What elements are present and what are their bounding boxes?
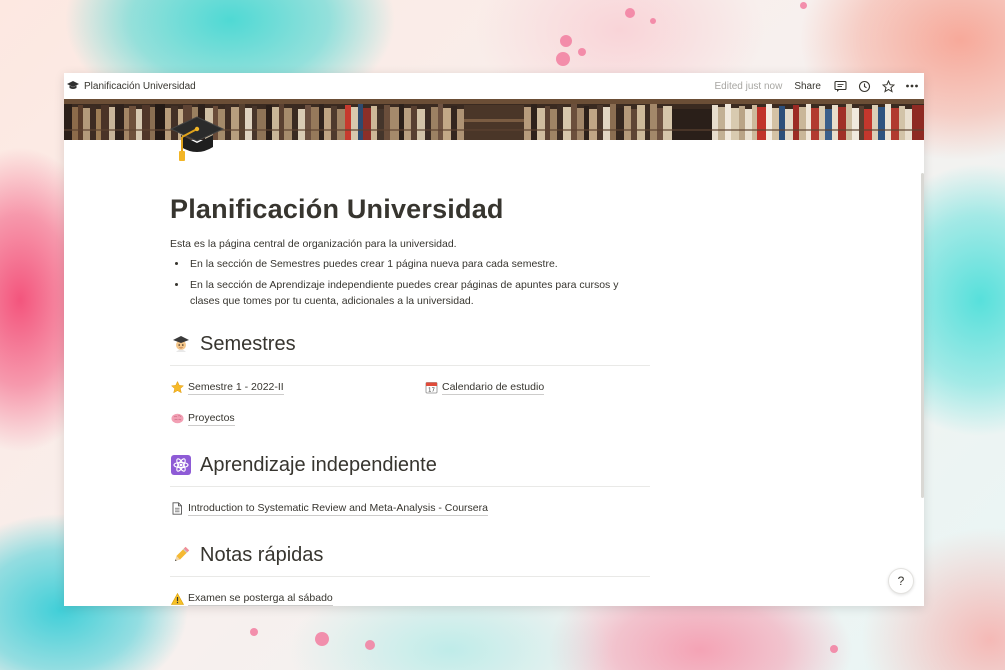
document-icon [170,502,184,516]
page-link-label: Calendario de estudio [442,381,545,395]
bullet-item[interactable]: En la sección de Aprendizaje independien… [188,277,650,309]
bullet-item[interactable]: En la sección de Semestres puedes crear … [188,256,650,272]
pencil-icon [170,544,192,566]
comment-icon[interactable] [833,79,847,93]
page-link-examen[interactable]: Examen se posterga al sábado [170,591,650,606]
section-aprendizaje: Aprendizaje independiente Introduction t… [170,452,650,516]
paint-splash [650,18,656,24]
page-link-calendario[interactable]: 17 Calendario de estudio [424,380,545,395]
brain-icon [170,412,184,426]
star-emoji-icon [170,381,184,395]
paint-splash [625,8,635,18]
help-button[interactable]: ? [888,568,914,594]
graduation-cap-icon[interactable] [67,80,79,92]
page-link-coursera[interactable]: Introduction to Systematic Review and Me… [170,501,650,516]
links-column-right: 17 Calendario de estudio [424,380,545,426]
share-button[interactable]: Share [794,81,821,92]
atom-icon [170,454,192,476]
svg-text:17: 17 [428,388,435,394]
bullet-list: En la sección de Semestres puedes crear … [170,256,650,309]
calendar-icon: 17 [424,381,438,395]
semestres-links: Semestre 1 - 2022-II Proyectos 17 Calend… [170,380,650,426]
scrollbar[interactable] [921,173,924,498]
paint-splash [560,35,572,47]
heading-text: Notas rápidas [200,544,324,566]
heading-aprendizaje[interactable]: Aprendizaje independiente [170,452,650,487]
history-icon[interactable] [857,79,871,93]
page-content: Planificación Universidad Esta es la pág… [170,191,650,606]
links-column-left: Semestre 1 - 2022-II Proyectos [170,380,424,426]
graduation-cap-icon[interactable] [169,113,225,167]
warning-icon [170,592,184,606]
paint-splash [800,2,807,9]
notion-window: Planificación Universidad Edited just no… [64,73,924,606]
page-link-semestre-1[interactable]: Semestre 1 - 2022-II [170,380,424,395]
page-link-label: Semestre 1 - 2022-II [188,381,284,395]
top-bar: Planificación Universidad Edited just no… [64,73,924,99]
breadcrumb-page-title[interactable]: Planificación Universidad [84,81,714,92]
paint-splash [556,52,570,66]
heading-text: Aprendizaje independiente [200,454,437,476]
section-semestres: Semestres Semestre 1 - 2022-II Proyectos… [170,331,650,426]
paint-splash [250,628,258,636]
paint-splash [315,632,329,646]
edited-status: Edited just now [714,80,783,92]
section-notas: Notas rápidas Examen se posterga al sába… [170,542,650,606]
more-icon[interactable] [905,79,919,93]
page-link-label: Introduction to Systematic Review and Me… [188,502,488,516]
page-link-label: Proyectos [188,412,235,426]
page-description[interactable]: Esta es la página central de organizació… [170,236,650,252]
heading-text: Semestres [200,333,296,355]
page-link-proyectos[interactable]: Proyectos [170,411,424,426]
student-icon [170,333,192,355]
page-link-label: Examen se posterga al sábado [188,592,333,606]
heading-semestres[interactable]: Semestres [170,331,650,366]
paint-splash [365,640,375,650]
heading-notas[interactable]: Notas rápidas [170,542,650,577]
page-title[interactable]: Planificación Universidad [170,191,650,227]
star-icon[interactable] [881,79,895,93]
paint-splash [578,48,586,56]
paint-splash [830,645,838,653]
